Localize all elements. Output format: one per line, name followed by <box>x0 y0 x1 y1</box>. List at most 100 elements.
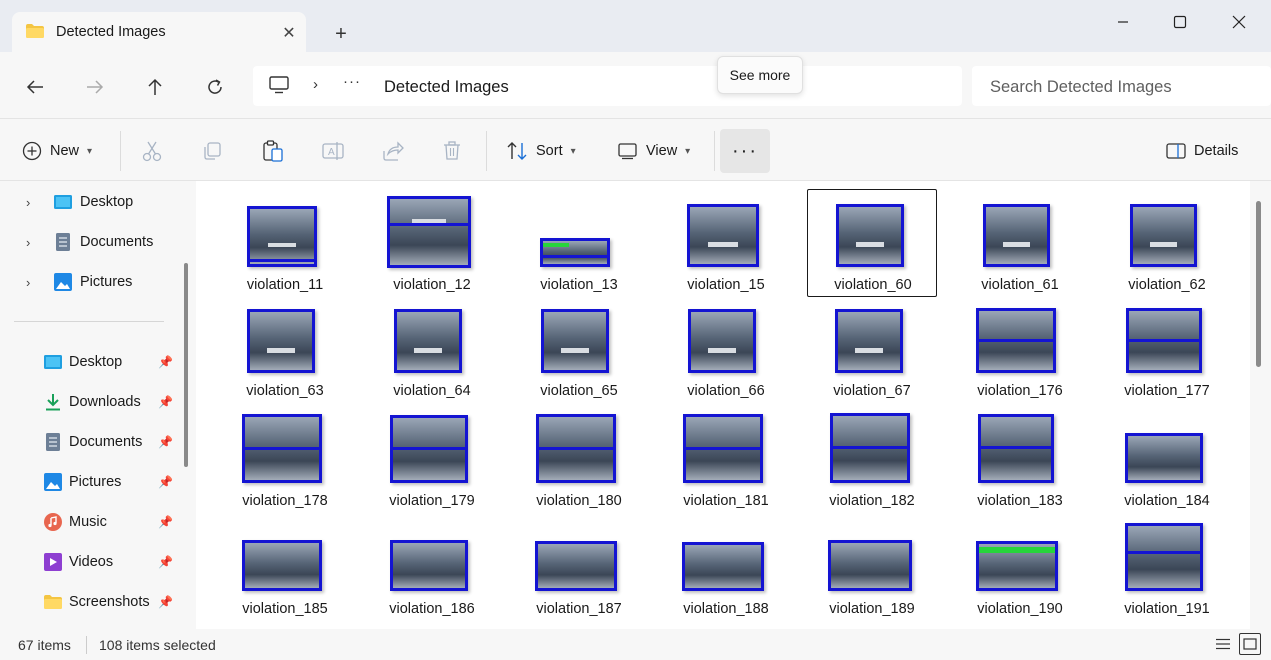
cut-icon <box>142 141 162 162</box>
see-more-button[interactable]: ··· <box>720 129 770 173</box>
file-item[interactable]: violation_65 <box>514 295 644 403</box>
file-item[interactable]: violation_61 <box>955 189 1085 297</box>
file-item[interactable]: violation_67 <box>807 295 937 403</box>
large-icons-view-button[interactable] <box>1239 633 1261 655</box>
sidebar-item-quick-desktop[interactable]: Desktop 📌 <box>0 345 180 379</box>
file-item[interactable]: violation_63 <box>220 295 350 403</box>
file-item[interactable]: violation_182 <box>807 405 937 513</box>
sidebar-item-pictures[interactable]: › Pictures <box>0 265 180 299</box>
file-item[interactable]: violation_13 <box>514 189 644 297</box>
file-item[interactable]: violation_11 <box>220 189 350 297</box>
file-item[interactable]: violation_191 <box>1102 513 1232 621</box>
file-item[interactable]: violation_64 <box>367 295 497 403</box>
content-scrollbar[interactable] <box>1250 181 1271 629</box>
file-item[interactable]: violation_179 <box>367 405 497 513</box>
share-button[interactable] <box>382 135 404 167</box>
close-window-button[interactable] <box>1224 8 1254 36</box>
pictures-icon <box>54 273 72 291</box>
file-thumbnail <box>247 309 315 373</box>
sidebar-item-downloads[interactable]: Downloads 📌 <box>0 385 180 419</box>
address-bar[interactable]: › ··· Detected Images <box>253 66 962 106</box>
file-thumbnail <box>976 541 1058 591</box>
file-item[interactable]: violation_183 <box>955 405 1085 513</box>
sidebar-item-label: Documents <box>69 434 143 450</box>
file-item[interactable]: violation_15 <box>661 189 791 297</box>
rename-button[interactable]: A <box>322 135 344 167</box>
file-item[interactable]: violation_190 <box>955 513 1085 621</box>
expand-chevron-icon[interactable]: › <box>26 275 30 290</box>
sidebar-item-label: Desktop <box>80 194 134 210</box>
file-item[interactable]: violation_180 <box>514 405 644 513</box>
scrollbar-thumb[interactable] <box>1256 201 1261 367</box>
sidebar-item-screenshots[interactable]: Screenshots 📌 <box>0 585 180 619</box>
sidebar-item-music[interactable]: Music 📌 <box>0 505 180 539</box>
refresh-button[interactable] <box>198 72 232 102</box>
tab-detected-images[interactable]: Detected Images ✕ <box>12 12 306 54</box>
search-input[interactable]: Search Detected Images <box>972 66 1271 106</box>
file-item[interactable]: violation_185 <box>220 513 350 621</box>
breadcrumb-overflow-button[interactable]: ··· <box>343 73 361 90</box>
paste-icon <box>263 140 283 162</box>
sidebar-item-quick-documents[interactable]: Documents 📌 <box>0 425 180 459</box>
file-item[interactable]: violation_178 <box>220 405 350 513</box>
new-tab-button[interactable]: + <box>326 20 356 48</box>
paste-button[interactable] <box>262 135 284 167</box>
new-button[interactable]: New ▾ <box>22 135 92 167</box>
file-name: violation_65 <box>540 383 618 399</box>
sidebar-item-videos[interactable]: Videos 📌 <box>0 545 180 579</box>
file-thumbnail <box>242 414 322 483</box>
file-item[interactable]: violation_12 <box>367 189 497 297</box>
view-button[interactable]: View ▾ <box>618 135 690 167</box>
breadcrumb-chevron-icon[interactable]: › <box>313 76 318 93</box>
back-button[interactable] <box>18 72 52 102</box>
up-button[interactable] <box>138 72 172 102</box>
maximize-button[interactable] <box>1165 8 1195 36</box>
file-thumbnail <box>390 540 468 591</box>
file-item[interactable]: violation_66 <box>661 295 791 403</box>
pin-icon: 📌 <box>158 355 173 369</box>
cut-button[interactable] <box>142 135 162 167</box>
file-item-focused[interactable]: violation_60 <box>807 189 937 297</box>
plus-circle-icon <box>22 141 42 161</box>
sidebar-item-quick-pictures[interactable]: Pictures 📌 <box>0 465 180 499</box>
file-name: violation_66 <box>687 383 765 399</box>
details-view-button[interactable] <box>1212 633 1234 655</box>
file-name: violation_180 <box>536 493 622 509</box>
copy-button[interactable] <box>202 135 222 167</box>
file-item[interactable]: violation_181 <box>661 405 791 513</box>
file-item[interactable]: violation_177 <box>1102 295 1232 403</box>
file-item[interactable]: violation_176 <box>955 295 1085 403</box>
sidebar-item-label: Screenshots <box>69 594 150 610</box>
file-item[interactable]: violation_188 <box>661 513 791 621</box>
file-thumbnail <box>835 309 903 373</box>
documents-icon <box>46 433 60 451</box>
details-button[interactable]: Details <box>1166 135 1238 167</box>
sort-button[interactable]: Sort ▾ <box>506 135 576 167</box>
sidebar-item-desktop[interactable]: › Desktop <box>0 185 180 219</box>
minimize-button[interactable] <box>1108 8 1138 36</box>
file-name: violation_189 <box>829 601 915 617</box>
sidebar-item-documents[interactable]: › Documents <box>0 225 180 259</box>
file-name: violation_60 <box>834 277 912 293</box>
expand-chevron-icon[interactable]: › <box>26 235 30 250</box>
file-item[interactable]: violation_186 <box>367 513 497 621</box>
file-name: violation_67 <box>833 383 911 399</box>
close-tab-icon[interactable]: ✕ <box>276 20 302 46</box>
status-bar: 67 items 108 items selected <box>0 629 1271 660</box>
file-item[interactable]: violation_62 <box>1102 189 1232 297</box>
details-pane-icon <box>1166 143 1186 159</box>
maximize-icon <box>1173 15 1187 29</box>
file-grid: violation_11 violation_12 violation_13 v… <box>196 181 1250 629</box>
file-item[interactable]: violation_184 <box>1102 405 1232 513</box>
divider <box>86 636 87 654</box>
file-thumbnail <box>390 415 468 483</box>
divider <box>714 131 715 171</box>
divider <box>486 131 487 171</box>
expand-chevron-icon[interactable]: › <box>26 195 30 210</box>
breadcrumb-current[interactable]: Detected Images <box>384 78 509 97</box>
forward-button[interactable] <box>78 72 112 102</box>
delete-button[interactable] <box>442 135 462 167</box>
sidebar-scrollbar[interactable] <box>184 263 188 467</box>
file-item[interactable]: violation_189 <box>807 513 937 621</box>
file-item[interactable]: violation_187 <box>514 513 644 621</box>
